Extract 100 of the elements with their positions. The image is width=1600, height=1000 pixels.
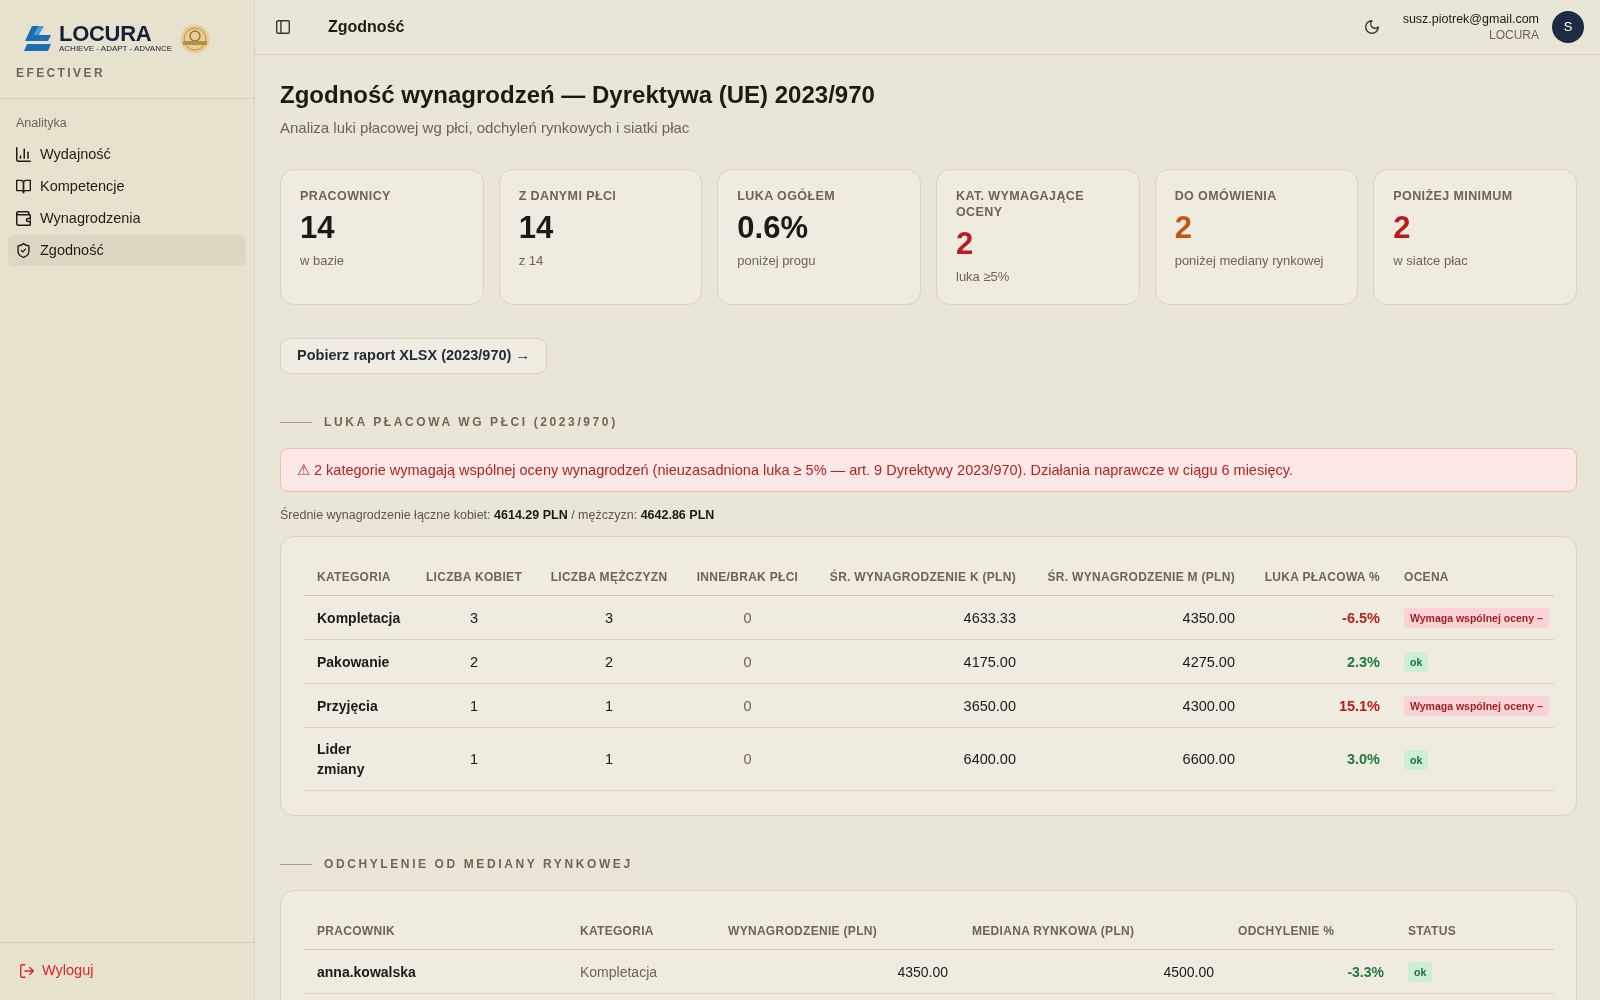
section-heading: ODCHYLENIE OD MEDIANY RYNKOWEJ: [324, 856, 633, 872]
nav-item[interactable]: Zgodność: [8, 235, 246, 266]
table-cell: 3: [535, 595, 683, 640]
bar-chart-icon: [16, 147, 31, 162]
section-heading: LUKA PŁACOWA WG PŁCI (2023/970): [324, 414, 618, 430]
kpi-note: poniżej mediany rynkowej: [1174, 252, 1325, 270]
top-bar-title: Zgodność: [328, 17, 405, 37]
logout-icon: [20, 964, 34, 979]
page-subtitle: Analiza luki płacowej wg płci, odchyleń rynkowych i siatki płac: [280, 118, 691, 138]
table-cell: 3650.00: [812, 683, 1028, 728]
table-cell: 0: [683, 727, 812, 791]
status-badge: ok: [1404, 749, 1429, 770]
status-badge: ok: [1404, 652, 1429, 672]
table-cell: Przyjęcia: [304, 683, 413, 728]
sidebar-toggle-button[interactable]: [276, 20, 290, 34]
table-cell: 4275.00: [1028, 639, 1247, 684]
column-header: PRACOWNIK: [304, 911, 568, 950]
table-cell: 1: [535, 683, 683, 728]
column-header: INNE/BRAK PŁCI: [683, 557, 812, 596]
moon-icon: [1364, 20, 1379, 34]
column-header: WYNAGRODZENIE (PLN): [716, 911, 960, 950]
column-header: KATEGORIA: [304, 557, 413, 596]
table-cell: 0: [683, 639, 812, 684]
table-cell: Kompletacja: [304, 595, 413, 640]
warning-alert: ⚠ 2 kategorie wymagają wspólnej oceny wynagrodzeń (nieuzasadniona luka ≥ 5% — art. 9 Dyrektywy 2023/970). Działania naprawcze w ciągu 6 miesięcy.: [280, 448, 1577, 492]
table-cell: Lider zmiany: [304, 727, 413, 791]
table-cell: 2: [413, 639, 535, 684]
logo-mark-icon: [24, 26, 51, 51]
status-badge: Wymaga wspólnej oceny –: [1404, 696, 1549, 716]
table-cell: 1: [413, 683, 535, 728]
table-cell: 4350.00: [1028, 595, 1247, 640]
kpi-label: LUKA OGÓŁEM: [737, 188, 836, 204]
table-cell: 4300.00: [1028, 683, 1247, 728]
table-cell: anna.kowalska: [304, 949, 568, 994]
column-header: KATEGORIA: [568, 911, 716, 950]
column-header: LICZBA KOBIET: [413, 557, 535, 596]
download-report-button[interactable]: Pobierz raport XLSX (2023/970) →: [280, 338, 547, 374]
brand-tagline: ACHIEVE - ADAPT - ADVANCE: [59, 44, 173, 54]
status-badge: Wymaga wspólnej oceny –: [1404, 608, 1549, 628]
table-cell: 6400.00: [812, 727, 1028, 791]
kpi-value: 0.6%: [737, 211, 809, 245]
table-cell: 6600.00: [1028, 727, 1247, 791]
kpi-label: Z DANYMI PŁCI: [518, 188, 618, 204]
table-cell: 15.1%: [1247, 683, 1392, 728]
kpi-note: z 14: [518, 252, 545, 270]
kpi-note: luka ≥5%: [956, 268, 1011, 286]
status-badge: ok: [1408, 962, 1433, 982]
column-header: STATUS: [1396, 911, 1554, 950]
nav-item[interactable]: Kompetencje: [8, 171, 246, 202]
salary-summary: Średnie wynagrodzenie łączne kobiet: 4614.29 PLN / mężczyzn: 4642.86 PLN: [280, 507, 716, 524]
table-cell: -6.5%: [1247, 595, 1392, 640]
column-header: OCENA: [1392, 557, 1554, 596]
kpi-value: 2: [956, 227, 975, 261]
app-name: EFECTIVER: [15, 65, 106, 81]
sidebar-panel-icon: [276, 20, 290, 34]
nav-item[interactable]: Wydajność: [8, 139, 246, 170]
table-cell: 1: [413, 727, 535, 791]
kpi-label: PRACOWNICY: [300, 188, 392, 204]
kpi-value: 14: [300, 211, 336, 245]
brand-name: LOCURA: [59, 23, 153, 44]
column-header: ŚR. WYNAGRODZENIE K (PLN): [812, 557, 1028, 596]
logout-button[interactable]: Wyloguj: [20, 960, 94, 982]
kpi-note: w siatce płac: [1393, 252, 1469, 270]
kpi-label: PONIŻEJ MINIMUM: [1393, 188, 1514, 204]
table-cell: 4175.00: [812, 639, 1028, 684]
column-header: LICZBA MĘŻCZYZN: [535, 557, 683, 596]
column-header: MEDIANA RYNKOWA (PLN): [960, 911, 1226, 950]
table-cell: 2.3%: [1247, 639, 1392, 684]
column-header: ŚR. WYNAGRODZENIE M (PLN): [1028, 557, 1247, 596]
kpi-label: KAT. WYMAGAJĄCE OCENY: [956, 188, 1085, 220]
page-title: Zgodność wynagrodzeń — Dyrektywa (UE) 2023/970: [280, 80, 876, 109]
column-header: LUKA PŁACOWA %: [1247, 557, 1392, 596]
table-cell: 4500.00: [960, 949, 1226, 994]
kpi-value: 2: [1393, 211, 1412, 245]
shield-check-icon: [16, 243, 31, 258]
nav-item[interactable]: Wynagrodzenia: [8, 203, 246, 234]
open-book-icon: [16, 179, 31, 194]
wallet-icon: [16, 211, 31, 226]
kpi-note: poniżej progu: [737, 252, 817, 270]
table-cell: 1: [535, 727, 683, 791]
kpi-note: w bazie: [300, 252, 346, 270]
user-avatar[interactable]: S: [1552, 11, 1584, 43]
kpi-label: DO OMÓWIENIA: [1174, 188, 1278, 204]
theme-toggle-button[interactable]: [1364, 20, 1379, 34]
table-cell: Kompletacja: [568, 949, 716, 994]
kpi-value: 2: [1174, 211, 1193, 245]
table-cell: 3.0%: [1247, 727, 1392, 791]
table-cell: 4350.00: [716, 949, 960, 994]
medal-icon: [180, 23, 211, 54]
table-cell: 0: [683, 683, 812, 728]
table-cell: 3: [413, 595, 535, 640]
user-organization: LOCURA: [1488, 27, 1539, 43]
table-cell: -3.3%: [1226, 949, 1396, 994]
kpi-value: 14: [518, 211, 555, 245]
column-header: ODCHYLENIE %: [1226, 911, 1396, 950]
user-email: susz.piotrek@gmail.com: [1402, 11, 1539, 27]
table-cell: 0: [683, 595, 812, 640]
table-cell: Pakowanie: [304, 639, 413, 684]
table-cell: 4633.33: [812, 595, 1028, 640]
nav-section-label: Analityka: [15, 115, 68, 131]
